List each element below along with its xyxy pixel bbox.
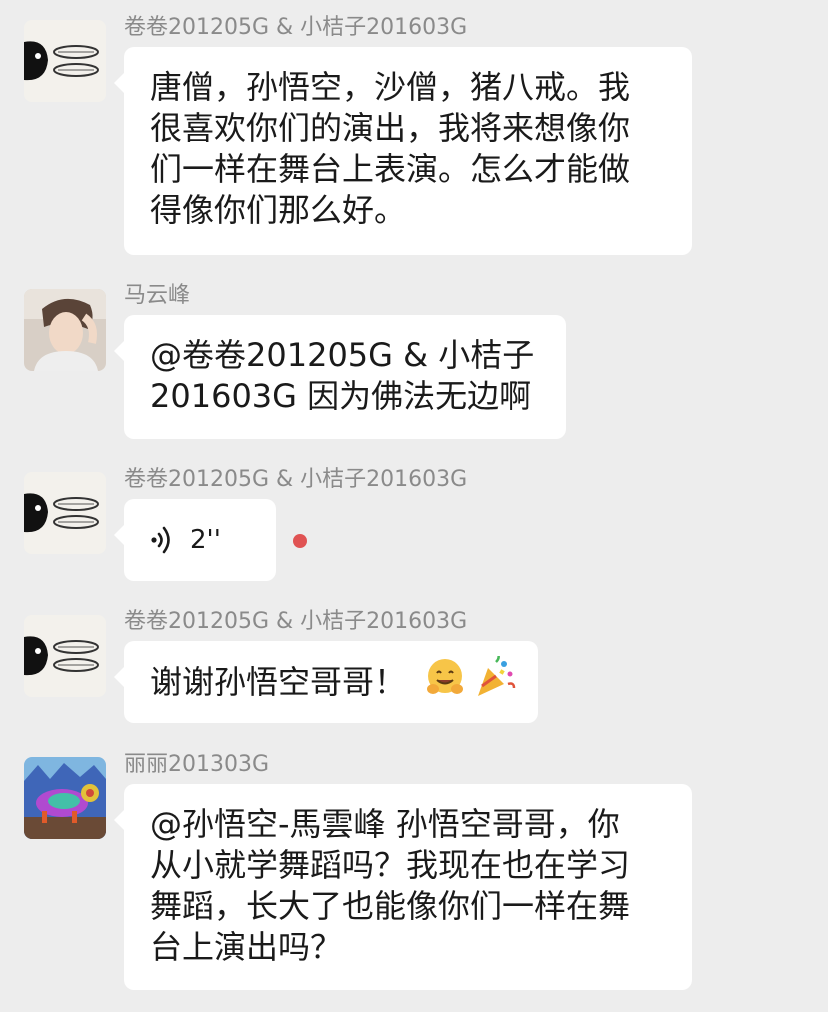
avatar-painting[interactable] (24, 757, 106, 839)
voice-duration: 2'' (190, 524, 221, 555)
sender-name: 马云峰 (124, 283, 191, 308)
person-avatar-icon (24, 289, 106, 371)
party-popper-emoji-icon (474, 653, 516, 708)
voice-wave-icon (151, 526, 170, 554)
voice-message-bubble[interactable]: 2'' (114, 499, 276, 581)
message-line: @卷卷201205G & 小桔子 (150, 336, 535, 374)
message-line: 从小就学舞蹈吗？我现在也在学习 (150, 846, 631, 884)
bunny-avatar-icon (24, 615, 106, 697)
message-line: 谢谢孙悟空哥哥！ (150, 662, 407, 701)
bunny-avatar-icon (24, 20, 106, 102)
message-line: 201603G 因为佛法无边啊 (150, 377, 532, 415)
message-line: 很喜欢你们的演出，我将来想像你 (150, 109, 631, 147)
avatar-person[interactable] (24, 289, 106, 371)
message-bubble[interactable]: 谢谢孙悟空哥哥！ (114, 641, 538, 723)
message-line: 台上演出吗？ (150, 928, 343, 966)
sender-name: 卷卷201205G & 小桔子201603G (124, 467, 468, 492)
message-line: @孙悟空-馬雲峰 孙悟空哥哥，你 (150, 805, 620, 843)
hugging-face-emoji-icon (424, 656, 466, 708)
bunny-avatar-icon (24, 472, 106, 554)
message-bubble[interactable]: 唐僧，孙悟空，沙僧，猪八戒。我 很喜欢你们的演出，我将来想像你 们一样在舞台上表… (114, 47, 692, 255)
sender-name: 卷卷201205G & 小桔子201603G (124, 609, 468, 634)
sender-name: 卷卷201205G & 小桔子201603G (124, 15, 468, 40)
message-line: 们一样在舞台上表演。怎么才能做 (150, 150, 631, 188)
message-bubble[interactable]: @卷卷201205G & 小桔子 201603G 因为佛法无边啊 (114, 315, 566, 439)
message-line: 得像你们那么好。 (150, 191, 407, 229)
avatar-bunny[interactable] (24, 472, 106, 554)
message-line: 唐僧，孙悟空，沙僧，猪八戒。我 (150, 68, 631, 106)
avatar-bunny[interactable] (24, 615, 106, 697)
unread-dot (293, 534, 307, 548)
message-line: 舞蹈，长大了也能像你们一样在舞 (150, 887, 631, 925)
painting-avatar-icon (24, 757, 106, 839)
message-bubble[interactable]: @孙悟空-馬雲峰 孙悟空哥哥，你 从小就学舞蹈吗？我现在也在学习 舞蹈，长大了也… (114, 784, 692, 990)
sender-name: 丽丽201303G (124, 752, 270, 777)
avatar-bunny[interactable] (24, 20, 106, 102)
